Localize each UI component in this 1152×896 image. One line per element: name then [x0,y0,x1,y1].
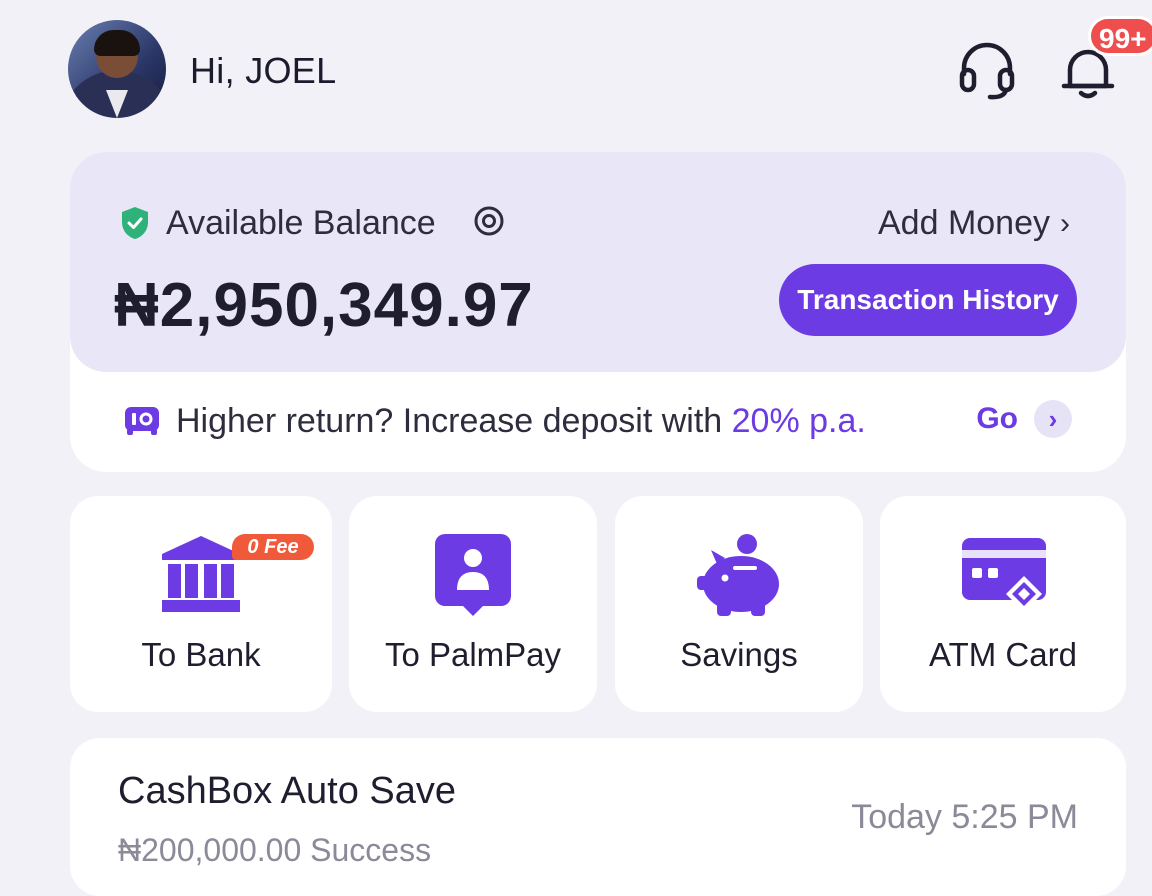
eye-icon[interactable] [470,206,508,236]
atm-card-icon [962,538,1046,612]
to-bank-tile[interactable]: 0 Fee To Bank [70,496,332,712]
chevron-right-icon: › [1060,206,1070,240]
transaction-history-button[interactable]: Transaction History [779,264,1077,336]
headset-icon[interactable] [958,40,1016,100]
promo-go-label[interactable]: Go [976,402,1018,436]
bank-icon [162,536,240,612]
piggy-bank-icon [697,534,779,616]
savings-label: Savings [680,636,798,673]
avatar-collar [106,90,128,118]
palmpay-contact-icon [435,534,511,616]
vault-icon [125,407,159,435]
recent-title: CashBox Auto Save [118,770,456,812]
savings-tile[interactable]: Savings [615,496,863,712]
to-palmpay-label: To PalmPay [384,636,562,673]
balance-card: Available Balance Add Money › ₦2,950,349… [70,152,1126,472]
promo-text-prefix: Higher return? Increase deposit with [176,402,732,440]
balance-panel: Available Balance Add Money › ₦2,950,349… [70,152,1126,372]
notification-badge: 99+ [1088,16,1152,56]
recent-subtitle: ₦200,000.00 Success [118,832,432,868]
promo-rate: 20% p.a. [731,402,866,440]
add-money-label: Add Money [878,204,1050,242]
to-bank-label: To Bank [141,636,261,673]
avatar-hair [94,30,140,56]
recent-transaction[interactable]: CashBox Auto Save ₦200,000.00 Success To… [70,738,1126,896]
promo-text: Higher return? Increase deposit with 20%… [176,402,866,441]
balance-amount: ₦2,950,349.97 [114,271,534,340]
greeting-text: Hi, JOEL [190,50,337,91]
notifications[interactable]: 99+ [1058,10,1152,100]
atm-card-label: ATM Card [929,636,1077,673]
recent-time: Today 5:25 PM [851,798,1078,836]
atm-card-tile[interactable]: ATM Card [880,496,1126,712]
to-palmpay-tile[interactable]: To PalmPay [349,496,597,712]
user-avatar[interactable] [68,20,166,118]
header: Hi, JOEL 99+ [0,0,1152,140]
promo-banner[interactable]: Higher return? Increase deposit with 20%… [70,372,1126,472]
shield-check-icon [122,207,148,239]
add-money-link[interactable]: Add Money › [878,204,1070,243]
go-chevron-icon[interactable]: › [1034,400,1072,438]
zero-fee-badge: 0 Fee [232,534,314,560]
available-balance-label: Available Balance [166,204,436,242]
